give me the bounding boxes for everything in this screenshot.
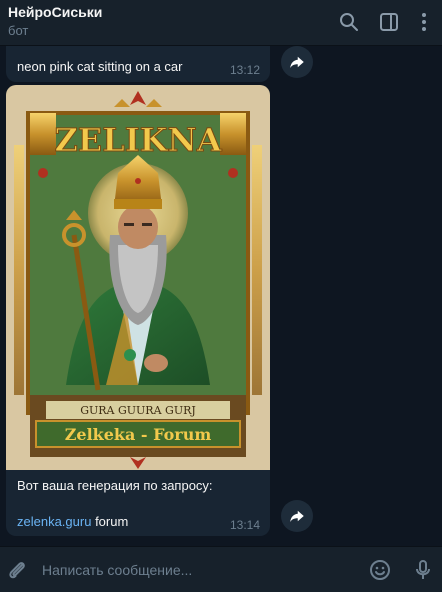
message-link[interactable]: zelenka.guru <box>17 514 91 529</box>
image-plaque-text: Zelkeka - Forum <box>65 425 212 444</box>
message-list[interactable]: neon pink cat sitting on a car 13:12 ZEL… <box>0 46 442 546</box>
image-scroll-text: GURA GUURA GURJ <box>80 404 196 417</box>
message-time: 13:14 <box>229 518 260 532</box>
forward-arrow-icon <box>290 56 304 68</box>
chat-header[interactable]: НейроСиськи бот <box>0 0 442 46</box>
forward-arrow-icon <box>290 510 304 522</box>
forward-button[interactable] <box>281 500 313 532</box>
generated-image[interactable]: ZELIKNA GURA GUURA GURJ Zelkeka - Forum <box>6 85 270 470</box>
search-icon[interactable] <box>337 10 361 34</box>
message-bubble[interactable]: neon pink cat sitting on a car 13:12 <box>6 46 270 82</box>
forward-button[interactable] <box>281 46 313 78</box>
message-input[interactable]: Написать сообщение... <box>42 562 192 578</box>
message-text: neon pink cat sitting on a car <box>17 59 183 74</box>
attach-icon[interactable] <box>5 558 29 582</box>
message-time: 13:12 <box>229 63 260 77</box>
message-bubble-caption[interactable]: Вот ваша генерация по запросу: zelenka.g… <box>6 470 270 536</box>
sidebar-toggle-icon[interactable] <box>377 10 401 34</box>
chat-title[interactable]: НейроСиськи <box>8 4 102 20</box>
message-link-suffix: forum <box>91 514 129 529</box>
microphone-icon[interactable] <box>411 558 435 582</box>
message-input-bar: Написать сообщение... <box>0 546 442 592</box>
chat-status: бот <box>8 23 29 38</box>
message-caption: Вот ваша генерация по запросу: <box>17 478 213 493</box>
message-link-line: zelenka.guru forum <box>17 514 128 529</box>
more-vertical-icon[interactable] <box>412 10 436 34</box>
image-banner-title: ZELIKNA <box>54 121 222 159</box>
emoji-icon[interactable] <box>368 558 392 582</box>
